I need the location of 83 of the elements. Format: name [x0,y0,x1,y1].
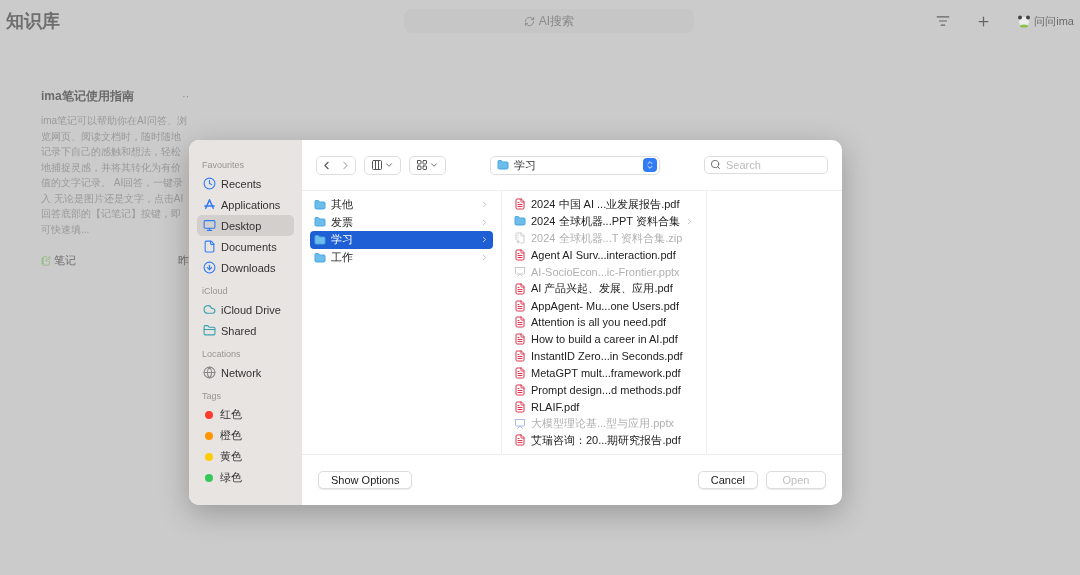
sidebar-item[interactable]: Desktop [197,215,294,236]
file-row[interactable]: 2024 中国 AI ...业发展报告.pdf [510,196,698,213]
page-title: 知识库 [6,10,61,33]
grid-icon [416,159,428,171]
pdf-file-icon [514,198,526,211]
plus-icon [976,13,992,29]
pdf-file-icon [514,367,526,379]
pdf-file-icon [514,249,526,261]
folder-icon [314,198,326,211]
sidebar-heading: Tags [201,390,222,403]
columns-icon [371,159,383,171]
dialog-button[interactable]: Show Options [318,471,413,489]
sidebar-item[interactable]: 橙色 [197,425,294,446]
ask-ima-button[interactable]: 问问ima [1017,13,1074,29]
desktop-icon [203,219,216,232]
sort-icon [936,14,951,28]
sidebar-item[interactable]: Applications [197,194,294,215]
file-row[interactable]: Prompt design...d methods.pdf [510,381,698,399]
cloud-icon [203,303,216,316]
folder-row[interactable]: 学习 [310,231,493,249]
sidebar-item[interactable]: 红色 [197,404,294,425]
sidebar-item[interactable]: iCloud Drive [197,299,294,320]
file-row[interactable]: InstantID Zero...in Seconds.pdf [510,347,698,365]
search-field[interactable]: Search [704,156,828,174]
folder-icon [514,215,526,228]
folder-icon [314,216,326,229]
applications-icon [203,198,216,211]
shared-folder-icon [203,324,216,337]
note-date: 昨 [178,253,189,268]
caret-icon [384,160,394,170]
pdf-file-icon [514,316,526,329]
folder-icon [314,251,326,264]
slides-file-icon [514,265,526,278]
folder-icon [497,159,509,171]
file-row[interactable]: AI 产品兴起、发展、应用.pdf [510,280,698,298]
pdf-file-icon [514,434,526,447]
sort-button[interactable] [936,14,951,28]
archive-file-icon [514,232,526,245]
pdf-file-icon [514,299,526,312]
sidebar-heading: iCloud [201,285,229,298]
sidebar-item[interactable]: 黄色 [197,446,294,467]
sidebar-item[interactable]: Downloads [197,257,294,278]
sidebar-item[interactable]: Network [197,362,294,383]
file-row[interactable]: 艾瑞咨询：20...期研究报告.pdf [510,432,698,449]
folder-icon [314,234,326,246]
folder-row[interactable]: 发票 [310,213,493,232]
caret-icon [429,160,439,170]
file-row[interactable]: Attention is all you need.pdf [510,314,698,331]
note-title: ima笔记使用指南 [41,88,134,105]
dialog-button[interactable]: Cancel [697,471,758,489]
download-icon [203,261,216,274]
sidebar-heading: Locations [201,348,242,361]
pdf-file-icon [514,400,526,413]
grid-view-button[interactable] [409,155,446,175]
sidebar-item[interactable]: Documents [197,236,294,257]
pdf-file-icon [514,282,526,295]
clock-icon [203,177,216,190]
folder-row[interactable]: 其他 [310,196,493,214]
file-row[interactable]: 2024 全球机器...PPT 资料合集 [510,212,698,230]
panda-icon [1017,14,1032,28]
folder-row[interactable]: 工作 [310,248,493,267]
pdf-file-icon [514,350,526,363]
file-row[interactable]: AppAgent- Mu...one Users.pdf [510,297,698,314]
sidebar-item[interactable]: Recents [197,173,294,194]
document-icon [203,240,216,253]
sidebar-heading: Favourites [201,159,246,172]
stepper-icon [643,158,657,172]
slides-file-icon [514,417,526,430]
sidebar-item[interactable]: Shared [197,320,294,341]
globe-icon [203,366,216,379]
pdf-file-icon [514,383,526,396]
location-dropdown[interactable]: 学习 [490,155,660,175]
pdf-file-icon [514,333,526,346]
chevron-icon [685,216,694,226]
file-row[interactable]: Agent AI Surv...interaction.pdf [510,246,698,264]
column-view-button[interactable] [364,155,401,175]
add-button[interactable] [976,13,992,29]
file-row[interactable]: RLAIF.pdf [510,398,698,416]
note-icon [41,255,51,266]
file-row[interactable]: How to build a career in AI.pdf [510,330,698,348]
sidebar-item[interactable]: 绿色 [197,467,294,488]
note-type: 笔记 [54,253,76,268]
file-row[interactable]: MetaGPT mult...framework.pdf [510,364,698,382]
